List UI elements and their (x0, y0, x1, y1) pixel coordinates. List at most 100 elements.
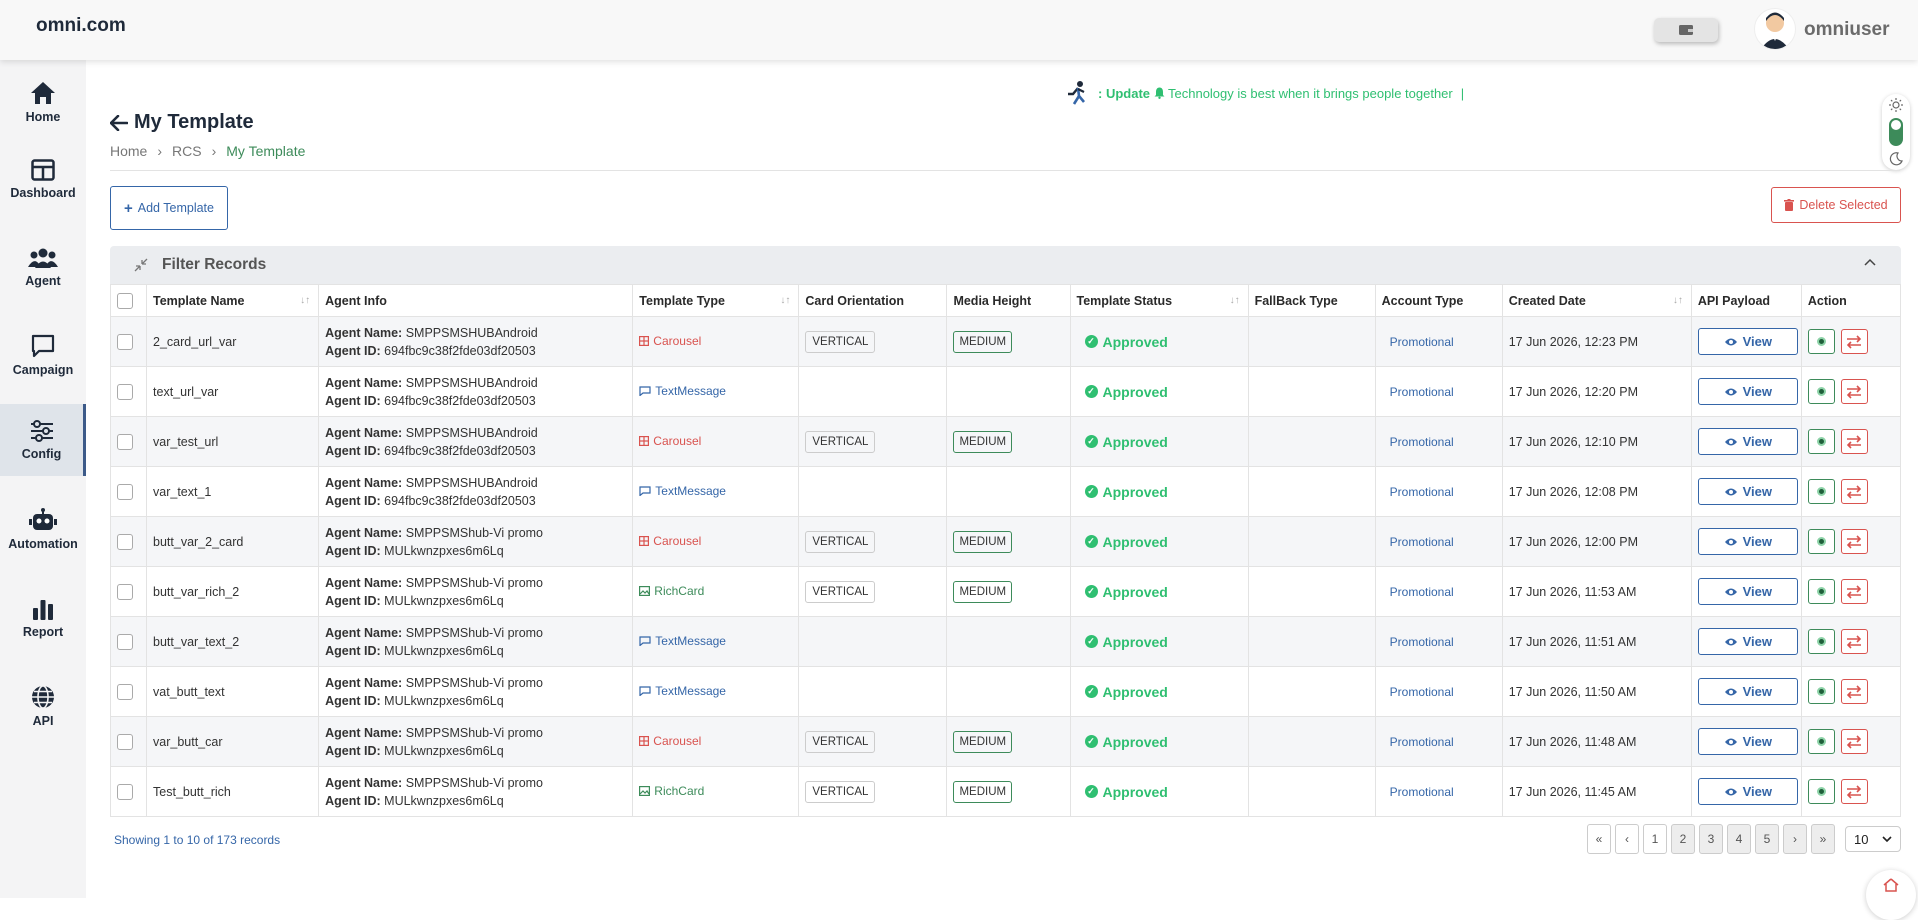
preview-button[interactable] (1807, 379, 1835, 404)
preview-button[interactable] (1807, 529, 1835, 554)
page-4-button[interactable]: 4 (1727, 824, 1751, 854)
row-checkbox[interactable] (117, 633, 133, 650)
preview-button[interactable] (1807, 629, 1835, 654)
row-checkbox[interactable] (117, 733, 133, 750)
sort-icon[interactable]: ↓↑ (1230, 295, 1240, 306)
preview-button[interactable] (1807, 729, 1835, 754)
sort-icon[interactable]: ↓↑ (300, 295, 310, 306)
page-size-select[interactable]: 10 (1845, 826, 1901, 852)
template-type-cell: RichCard (632, 566, 800, 617)
floating-home-button[interactable] (1866, 870, 1916, 920)
sidebar-item-home[interactable]: Home (0, 66, 86, 138)
sidebar-item-api[interactable]: API (0, 670, 86, 742)
page-last-button[interactable]: » (1811, 824, 1835, 854)
switch-button[interactable] (1840, 429, 1868, 454)
row-checkbox[interactable] (117, 683, 133, 700)
view-payload-button[interactable]: View (1697, 628, 1798, 655)
wallet-button[interactable] (1654, 18, 1718, 42)
page-5-button[interactable]: 5 (1755, 824, 1779, 854)
row-checkbox[interactable] (117, 583, 133, 600)
sidebar-item-automation[interactable]: Automation (0, 493, 86, 565)
row-checkbox[interactable] (117, 383, 133, 400)
theme-toggle[interactable] (1882, 94, 1910, 170)
media-height-badge: MEDIUM (953, 430, 1013, 453)
agent-info-cell: Agent Name: SMPPSMShub-Vi promo Agent ID:… (318, 616, 634, 667)
switch-button[interactable] (1840, 579, 1868, 604)
preview-button[interactable] (1807, 679, 1835, 704)
view-payload-button[interactable]: View (1697, 778, 1798, 805)
row-checkbox[interactable] (117, 433, 133, 450)
view-payload-button[interactable]: View (1697, 428, 1798, 455)
back-arrow-icon[interactable] (110, 114, 128, 131)
page-1-button[interactable]: 1 (1643, 824, 1667, 854)
chevron-up-icon[interactable] (1863, 257, 1877, 267)
check-circle-icon: ✓ (1084, 585, 1098, 599)
template-type: TextMessage (639, 684, 726, 698)
row-select-cell (109, 516, 148, 567)
switch-button[interactable] (1840, 729, 1868, 754)
view-payload-button[interactable]: View (1697, 578, 1798, 605)
view-payload-button[interactable]: View (1697, 328, 1798, 355)
switch-button[interactable] (1840, 329, 1868, 354)
status-badge: ✓ Approved (1084, 684, 1168, 700)
row-checkbox[interactable] (117, 533, 133, 550)
action-cell (1800, 766, 1902, 817)
agent-name-label: Agent Name: (325, 575, 403, 590)
media-height-cell: MEDIUM (946, 416, 1071, 467)
add-template-button[interactable]: + Add Template (110, 186, 228, 230)
template-name: butt_var_text_2 (153, 634, 240, 649)
sort-icon[interactable]: ↓↑ (1673, 295, 1683, 306)
page-3-button[interactable]: 3 (1699, 824, 1723, 854)
filter-records-bar[interactable]: Filter Records (110, 246, 1901, 284)
switch-button[interactable] (1840, 629, 1868, 654)
theme-switch[interactable] (1889, 118, 1903, 146)
switch-button[interactable] (1840, 779, 1868, 804)
brand-logo[interactable]: omni.com (36, 15, 126, 37)
sidebar-item-campaign[interactable]: Campaign (0, 319, 86, 391)
breadcrumb-home[interactable]: Home (110, 143, 147, 159)
preview-button[interactable] (1807, 579, 1835, 604)
switch-button[interactable] (1840, 679, 1868, 704)
row-checkbox[interactable] (117, 483, 133, 500)
breadcrumb-rcs[interactable]: RCS (172, 143, 202, 159)
sidebar-item-report[interactable]: Report (0, 582, 86, 654)
header-template-status[interactable]: Template Status ↓↑ (1069, 284, 1249, 317)
sidebar-item-agent[interactable]: Agent (0, 231, 86, 303)
eye-icon (1724, 638, 1737, 645)
sidebar-item-config[interactable]: Config (0, 404, 86, 476)
preview-button[interactable] (1807, 479, 1835, 504)
page-prev-button[interactable]: ‹ (1615, 824, 1639, 854)
header-template-type[interactable]: Template Type ↓↑ (632, 284, 800, 317)
row-checkbox[interactable] (117, 783, 133, 800)
running-person-icon (1068, 81, 1085, 105)
delete-selected-button[interactable]: Delete Selected (1771, 187, 1901, 223)
view-payload-button[interactable]: View (1697, 378, 1798, 405)
page-first-button[interactable]: « (1587, 824, 1611, 854)
username[interactable]: omniuser (1804, 19, 1890, 41)
sidebar-item-dashboard[interactable]: Dashboard (0, 143, 86, 215)
preview-button[interactable] (1807, 779, 1835, 804)
bell-icon (1154, 87, 1165, 99)
switch-button[interactable] (1840, 479, 1868, 504)
switch-button[interactable] (1840, 379, 1868, 404)
preview-button[interactable] (1807, 429, 1835, 454)
view-payload-button[interactable]: View (1697, 478, 1798, 505)
avatar[interactable] (1754, 8, 1796, 50)
preview-button[interactable] (1807, 329, 1835, 354)
header-template-name[interactable]: Template Name ↓↑ (146, 284, 320, 317)
table-row: vat_butt_text Agent Name: SMPPSMShub-Vi p… (109, 666, 1902, 717)
view-payload-button[interactable]: View (1697, 678, 1798, 705)
switch-button[interactable] (1840, 529, 1868, 554)
action-cell (1800, 466, 1902, 517)
page-2-button[interactable]: 2 (1671, 824, 1695, 854)
sort-icon[interactable]: ↓↑ (780, 295, 790, 306)
api-payload-cell: View (1690, 566, 1802, 617)
page-next-button[interactable]: › (1783, 824, 1807, 854)
header-created-date[interactable]: Created Date ↓↑ (1501, 284, 1692, 317)
ticker-prefix: : Update (1098, 85, 1150, 101)
row-checkbox[interactable] (117, 333, 133, 350)
select-all-checkbox[interactable] (117, 292, 133, 309)
view-payload-button[interactable]: View (1697, 528, 1798, 555)
view-payload-button[interactable]: View (1697, 728, 1798, 755)
created-date-cell: 17 Jun 2026, 12:10 PM (1501, 416, 1692, 467)
